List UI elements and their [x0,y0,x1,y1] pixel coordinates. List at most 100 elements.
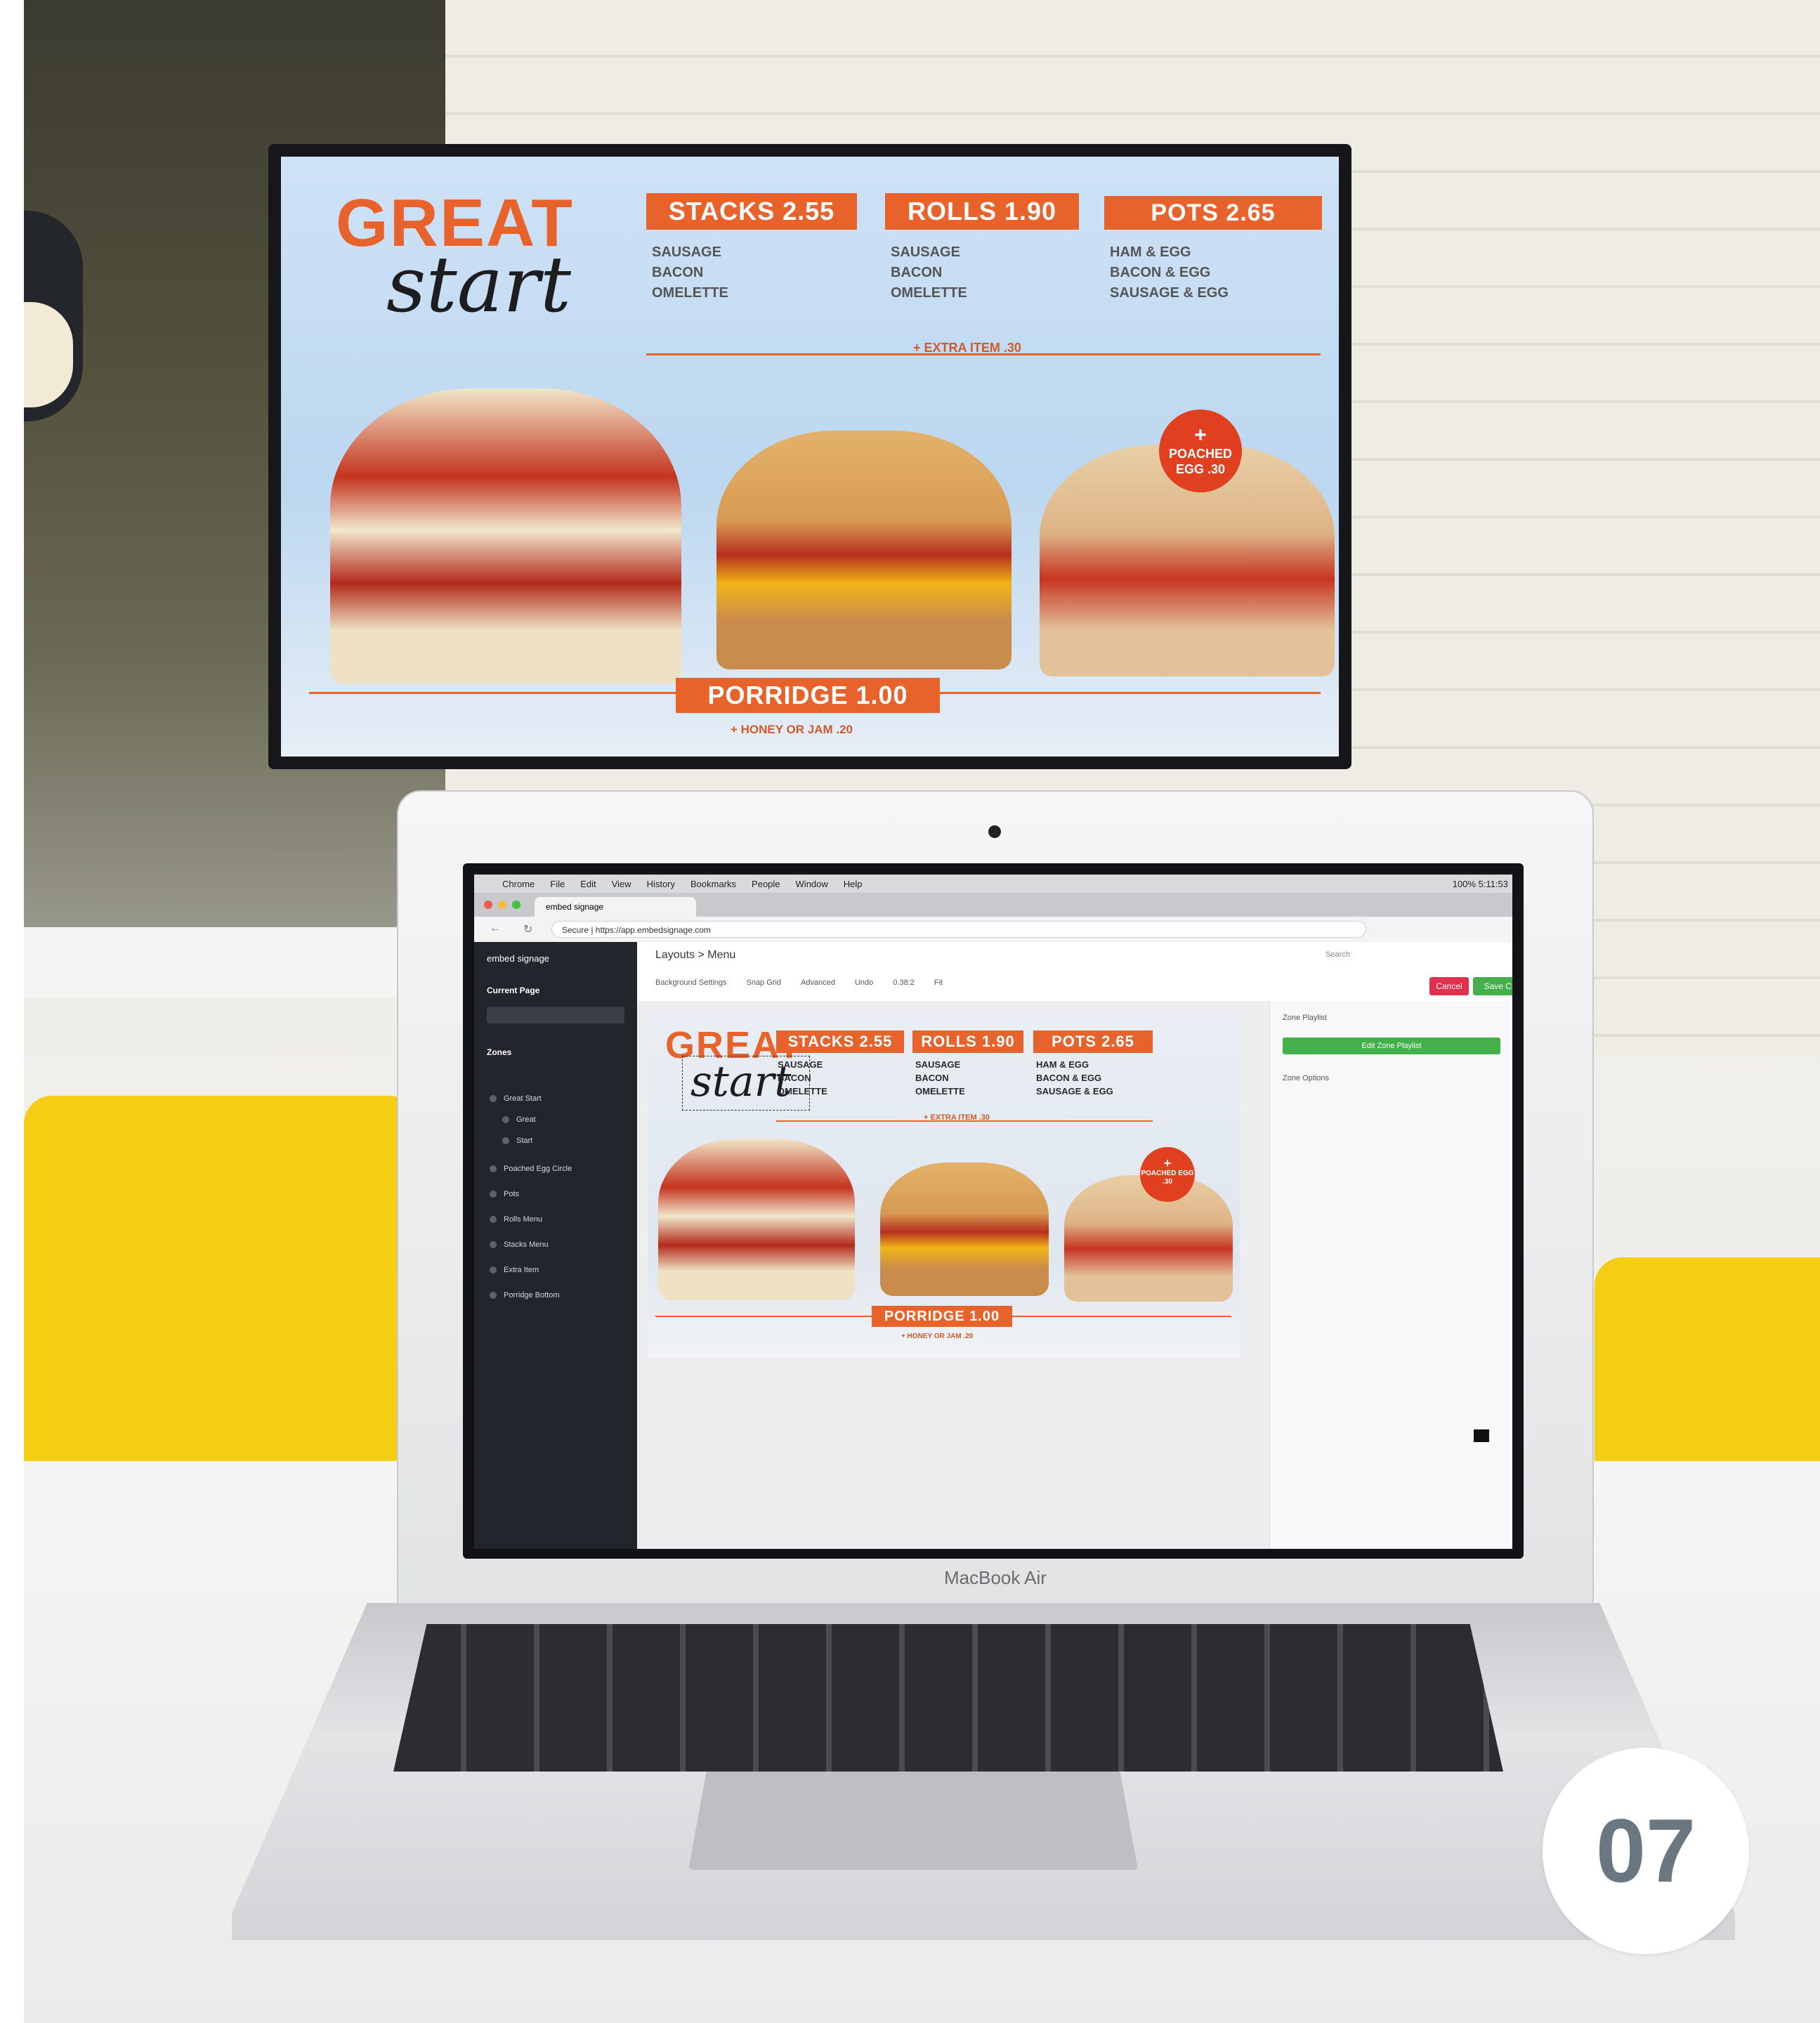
zones-label: Zones [487,1047,512,1057]
zone-item[interactable]: Porridge Bottom [490,1286,559,1304]
color-swatch[interactable] [1474,1429,1489,1442]
food-stack-sandwich [658,1139,855,1300]
menu-heading-stacks: STACKS 2.55 [646,193,857,230]
menu-item: BACON & EGG [1110,265,1211,280]
edit-zone-playlist-button[interactable]: Edit Zone Playlist [1283,1037,1500,1054]
menu-heading-porridge: PORRIDGE 1.00 [676,678,940,713]
zone-label: Stacks Menu [504,1240,549,1249]
menu-porridge-extra: + HONEY OR JAM .20 [731,723,853,736]
menu-heading-rolls: ROLLS 1.90 [912,1030,1023,1053]
menu-extra-item: + EXTRA ITEM .30 [913,341,1021,355]
save-changes-button[interactable]: Save Changes [1473,977,1512,995]
zone-item[interactable]: Extra Item [490,1261,539,1279]
wall-tv: GREAT start STACKS 2.55 ROLLS 1.90 POTS … [268,144,1351,769]
zone-item[interactable]: Stacks Menu [490,1236,549,1254]
menu-item: HAM & EGG [1110,244,1191,260]
zone-item[interactable]: Rolls Menu [490,1210,542,1229]
breadcrumb[interactable]: Layouts > Menu [655,949,735,962]
webcam-icon [988,825,1001,838]
menu-extra-item: + EXTRA ITEM .30 [924,1113,990,1122]
zone-label: Poached Egg Circle [504,1165,572,1173]
menu-item: SAUSAGE [915,1059,961,1070]
tool-item[interactable]: 0.38:2 [893,978,915,987]
back-icon[interactable]: ← [490,922,501,935]
eye-icon[interactable] [490,1292,497,1299]
menu-heading-porridge: PORRIDGE 1.00 [872,1306,1012,1327]
corner-number-badge: 07 [1543,1748,1749,1954]
eye-icon[interactable] [490,1165,497,1173]
laptop-keyboard [393,1624,1503,1772]
zone-item[interactable]: Pots [490,1185,519,1203]
menu-items-pots: HAM & EGG BACON & EGG SAUSAGE & EGG [1036,1059,1113,1099]
zone-item[interactable]: Start [502,1132,532,1150]
editor-toolbar: Layouts > Menu Search Background Setting… [637,942,1512,1002]
url-input[interactable]: Secure | https://app.embedsignage.com [551,921,1366,938]
menubar-item[interactable]: People [752,879,780,889]
zone-label: Rolls Menu [504,1215,543,1224]
laptop-bezel: Chrome File Edit View History Bookmarks … [463,863,1524,1559]
menu-item: OMELETTE [778,1085,827,1096]
zone-options-label: Zone Options [1283,1074,1330,1082]
tool-item[interactable]: Undo [855,978,873,987]
zone-item[interactable]: Great [502,1111,536,1129]
menubar-item[interactable]: View [612,879,631,889]
menu-items-stacks: SAUSAGE BACON OMELETTE [778,1059,827,1099]
editor-canvas-area: GREAT start STACKS 2.55 ROLLS 1.90 POTS … [637,1001,1269,1549]
menu-heading-rolls: ROLLS 1.90 [885,193,1079,230]
mac-menu-bar: Chrome File Edit View History Bookmarks … [474,875,1512,893]
cancel-button[interactable]: Cancel [1429,977,1469,995]
menu-item: BACON [652,265,704,280]
menubar-item[interactable]: File [550,879,565,889]
menu-heading-pots: POTS 2.65 [1033,1030,1153,1053]
menu-title-start: start [386,240,572,329]
eye-icon[interactable] [502,1116,509,1124]
search-input[interactable]: Search [1325,950,1403,964]
zone-label: Extra Item [504,1266,539,1274]
eye-icon[interactable] [490,1266,497,1274]
menubar-item[interactable]: Help [844,879,863,889]
menu-heading-stacks: STACKS 2.55 [776,1030,904,1053]
eye-icon[interactable] [490,1095,497,1103]
editor-sidebar: embed signage Current Page Zones Great S… [474,942,637,1549]
window-sill [24,927,438,997]
browser-tab[interactable]: embed signage [535,897,696,917]
menu-item: HAM & EGG [1036,1059,1089,1070]
zone-label: Porridge Bottom [504,1291,560,1299]
tool-item[interactable]: Advanced [801,978,835,987]
eye-icon[interactable] [502,1137,509,1145]
menubar-item[interactable]: Edit [580,879,596,889]
zone-label: Great [516,1115,536,1124]
eye-icon[interactable] [490,1191,497,1198]
menubar-item[interactable]: Window [796,879,828,889]
badge-text: POACHED EGG .30 [1168,447,1232,476]
maximize-window-icon[interactable] [512,901,521,909]
browser-tab-strip: embed signage [474,893,1512,917]
badge-plus: + [1163,1156,1172,1170]
layout-canvas[interactable]: GREAT start STACKS 2.55 ROLLS 1.90 POTS … [648,1015,1240,1358]
minimize-window-icon[interactable] [498,901,506,909]
menubar-item[interactable]: Bookmarks [690,879,736,889]
tool-item[interactable]: Background Settings [655,978,727,987]
menu-item: SAUSAGE [891,244,960,260]
tv-screen: GREAT start STACKS 2.55 ROLLS 1.90 POTS … [281,157,1339,757]
zone-item[interactable]: Great Start [490,1089,542,1108]
menu-item: BACON [891,265,943,280]
yellow-chair-left [24,1096,417,1517]
menubar-item[interactable]: Chrome [502,879,535,889]
menu-porridge-extra: + HONEY OR JAM .20 [901,1333,974,1340]
menu-item: OMELETTE [915,1085,965,1096]
reload-icon[interactable]: ↻ [523,922,532,936]
food-stack-sandwich [330,388,681,683]
close-window-icon[interactable] [484,901,492,909]
zone-item[interactable]: Poached Egg Circle [490,1160,572,1178]
eye-icon[interactable] [490,1216,497,1224]
tool-item[interactable]: Snap Grid [747,978,782,987]
eye-icon[interactable] [490,1241,497,1249]
tool-item[interactable]: Fit [934,978,943,987]
menu-item: OMELETTE [652,285,728,301]
page-select[interactable] [487,1007,624,1023]
menubar-item[interactable]: History [647,879,675,889]
menu-item: BACON & EGG [1036,1072,1102,1083]
menu-item: SAUSAGE [652,244,721,260]
menu-items-stacks: SAUSAGE BACON OMELETTE [652,242,728,303]
